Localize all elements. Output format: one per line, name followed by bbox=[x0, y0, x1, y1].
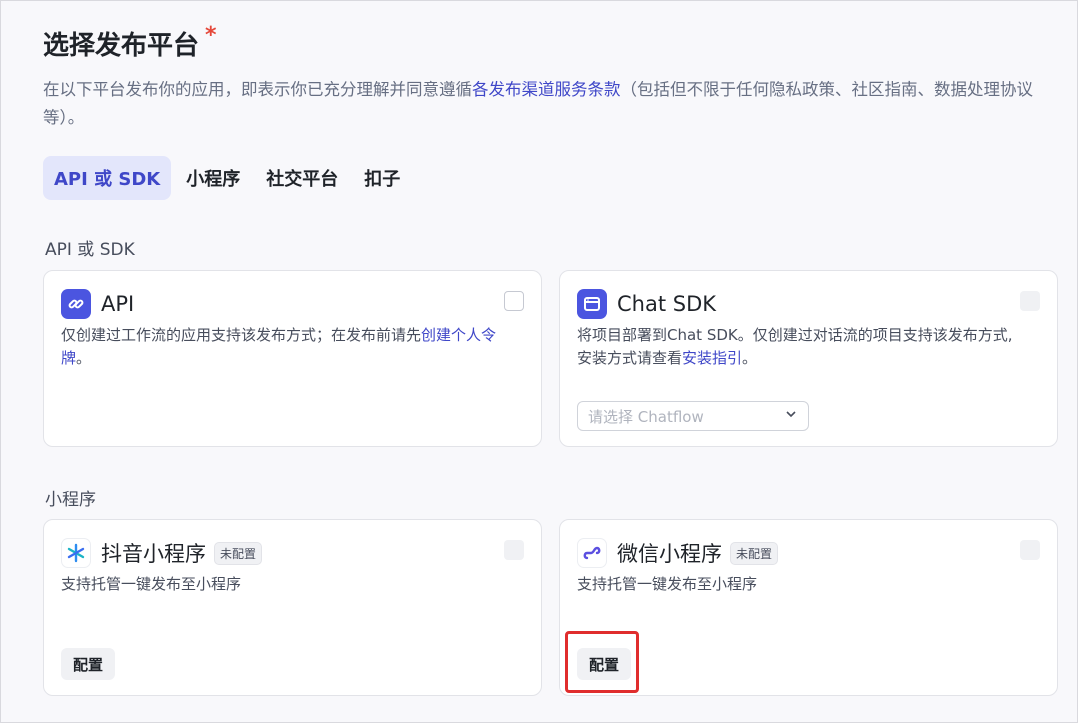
api-checkbox[interactable] bbox=[504, 291, 524, 311]
douyin-card-desc: 支持托管一键发布至小程序 bbox=[61, 575, 242, 593]
chat-sdk-checkbox[interactable] bbox=[1020, 291, 1040, 311]
chatflow-select[interactable]: 请选择 Chatflow bbox=[577, 401, 809, 431]
api-card-desc: 仅创建过工作流的应用支持该发布方式；在发布前请先创建个人令牌。 bbox=[61, 324, 505, 370]
highlight-box bbox=[565, 631, 639, 693]
tab-coze[interactable]: 扣子 bbox=[353, 156, 411, 200]
page-title-text: 选择发布平台 bbox=[43, 31, 200, 61]
platform-tabs: API 或 SDK 小程序 社交平台 扣子 bbox=[43, 156, 411, 200]
section-label-api-sdk: API 或 SDK bbox=[45, 240, 135, 260]
page-description: 在以下平台发布你的应用，即表示你已充分理解并同意遵循各发布渠道服务条款（包括但不… bbox=[43, 76, 1033, 132]
api-card-header: API bbox=[61, 289, 134, 319]
chat-sdk-card[interactable]: Chat SDK 将项目部署到Chat SDK。仅创建过对话流的项目支持该发布方… bbox=[559, 270, 1058, 447]
chat-sdk-desc-suffix: 。 bbox=[742, 349, 758, 367]
wechat-card-title: 微信小程序 bbox=[617, 542, 722, 566]
link-icon bbox=[61, 289, 91, 319]
douyin-config-button[interactable]: 配置 bbox=[61, 648, 115, 680]
api-desc-suffix: 。 bbox=[76, 349, 92, 367]
window-icon bbox=[577, 289, 607, 319]
douyin-card[interactable]: 抖音小程序 未配置 支持托管一键发布至小程序 配置 bbox=[43, 519, 542, 696]
section-label-mini-program: 小程序 bbox=[45, 490, 96, 510]
wechat-mini-logo-icon bbox=[577, 538, 607, 568]
tab-api-sdk[interactable]: API 或 SDK bbox=[43, 156, 172, 200]
chat-sdk-desc-text: 将项目部署到Chat SDK。仅创建过对话流的项目支持该发布方式,安装方式请查看 bbox=[577, 326, 1013, 367]
required-mark: * bbox=[205, 23, 217, 48]
api-desc-text: 仅创建过工作流的应用支持该发布方式；在发布前请先 bbox=[61, 326, 422, 344]
chat-sdk-card-header: Chat SDK bbox=[577, 289, 716, 319]
publish-panel: 选择发布平台 * 在以下平台发布你的应用，即表示你已充分理解并同意遵循各发布渠道… bbox=[0, 0, 1078, 723]
wechat-card-desc: 支持托管一键发布至小程序 bbox=[577, 575, 758, 593]
api-card[interactable]: API 仅创建过工作流的应用支持该发布方式；在发布前请先创建个人令牌。 bbox=[43, 270, 542, 447]
status-badge: 未配置 bbox=[214, 541, 263, 565]
wechat-checkbox[interactable] bbox=[1020, 540, 1040, 560]
install-guide-link[interactable]: 安装指引 bbox=[682, 349, 742, 367]
chat-sdk-card-desc: 将项目部署到Chat SDK。仅创建过对话流的项目支持该发布方式,安装方式请查看… bbox=[577, 324, 1021, 370]
douyin-card-title: 抖音小程序 bbox=[101, 542, 206, 566]
terms-link[interactable]: 各发布渠道服务条款 bbox=[472, 80, 621, 99]
tab-mini-program[interactable]: 小程序 bbox=[175, 156, 251, 200]
page-title: 选择发布平台 * bbox=[43, 23, 217, 62]
tab-social[interactable]: 社交平台 bbox=[255, 156, 349, 200]
description-text: 在以下平台发布你的应用，即表示你已充分理解并同意遵循 bbox=[43, 80, 472, 99]
chat-sdk-card-title: Chat SDK bbox=[617, 292, 717, 316]
douyin-checkbox[interactable] bbox=[504, 540, 524, 560]
douyin-card-header: 抖音小程序 未配置 bbox=[61, 538, 263, 568]
douyin-logo-icon bbox=[61, 538, 91, 568]
chevron-down-icon bbox=[784, 407, 798, 425]
status-badge: 未配置 bbox=[730, 541, 779, 565]
wechat-card-header: 微信小程序 未配置 bbox=[577, 538, 779, 568]
api-card-title: API bbox=[101, 292, 135, 316]
chatflow-select-placeholder: 请选择 Chatflow bbox=[588, 407, 704, 426]
